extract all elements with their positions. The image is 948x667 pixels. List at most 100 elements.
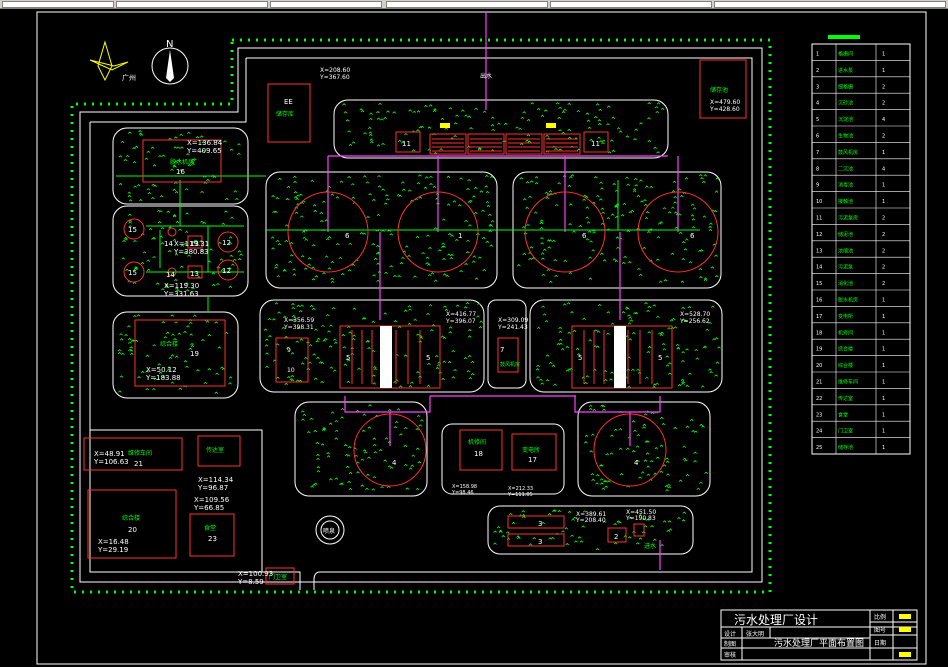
project-title: 污水处理厂设计 [734,613,818,627]
grass-mark [295,197,299,201]
grass-mark [588,404,593,408]
grass-mark [343,444,348,447]
legend-qty: 1 [882,314,885,320]
grass-mark [398,385,403,388]
grass-mark [637,267,641,271]
grass-mark [293,196,298,199]
grass-mark [623,255,627,259]
grass-mark [300,255,305,258]
grass-mark [134,145,139,148]
grass-mark [614,259,619,263]
grass-mark [342,103,346,106]
grass-mark [346,380,351,384]
grass-mark [316,457,320,461]
grass-mark [673,211,678,214]
grass-mark [642,423,647,426]
grass-mark [351,141,356,144]
legend-no: 20 [816,363,822,369]
grass-mark [574,540,578,543]
grass-mark [683,459,688,462]
grass-mark [680,378,685,382]
grass-mark [372,374,376,377]
grass-mark [292,273,297,276]
grass-mark [610,213,615,216]
grass-mark [681,519,686,522]
grass-mark [324,255,329,258]
grass-mark [152,387,156,391]
grass-mark [592,408,597,412]
legend-name: 沉淀池 [838,116,853,123]
grass-mark [424,104,428,108]
grass-mark [659,444,664,447]
grass-mark [314,328,318,331]
grass-mark [333,338,337,341]
grass-mark [366,473,370,476]
grass-mark [709,222,713,225]
grass-mark [478,256,482,259]
grass-mark [120,140,125,144]
grass-mark [276,275,281,278]
pt-b: Y=398.31 [283,324,314,331]
grass-mark [578,224,583,228]
grass-mark [368,131,373,134]
legend-no: 21 [816,379,822,385]
b7-x: X=309.09 [498,317,528,324]
grass-mark [372,437,377,440]
linetype-dropdown[interactable] [270,1,382,8]
grass-mark [185,212,189,215]
grass-mark [540,382,544,385]
grass-mark [570,174,575,177]
grass-mark [338,256,343,260]
grass-mark [645,210,650,214]
grass-mark [688,372,692,375]
grass-mark [659,470,664,473]
grass-mark [411,149,416,152]
layer-dropdown[interactable] [2,1,114,8]
grass-mark [177,332,182,335]
grass-mark [591,249,595,252]
grass-mark [376,262,380,265]
legend-qty: 1 [882,379,885,385]
plotstyle-dropdown[interactable] [550,1,712,8]
grass-mark [308,361,312,364]
grass-mark [636,368,640,371]
grass-mark [541,305,545,308]
tb-s1: 比例 [874,613,886,621]
grass-mark [343,111,348,114]
legend-no: 3 [816,84,819,90]
style-dropdown[interactable] [116,1,268,8]
grass-mark [442,273,447,276]
aeration-tanks[interactable] [287,191,719,273]
color-dropdown[interactable] [714,1,946,8]
grass-mark [298,309,303,313]
grass-mark [675,343,680,347]
clarifiers[interactable] [353,413,667,487]
grass-mark [381,142,385,146]
b21-name: 维修车间 [128,449,152,457]
grass-mark [215,372,219,375]
legend-no: 22 [816,396,822,402]
grass-mark [610,139,614,142]
grass-mark [367,426,372,429]
grass-mark [470,360,475,364]
legend-name: 接触池 [838,198,853,205]
site-plan-drawing[interactable]: N 广州 脱水机房 16 X=136.84 Y=409.65 15 15 14 … [0,8,948,667]
grass-mark [334,437,339,440]
grass-mark [223,140,227,143]
u6-b: 6 [582,232,587,240]
grass-mark [643,459,648,462]
grass-mark [423,186,428,189]
sedimentation-blocks[interactable] [275,325,673,389]
b17-y: Y=111.05 [507,492,533,498]
lineweight-dropdown[interactable] [386,1,548,8]
grass-mark [195,135,200,139]
grass-mark [221,222,226,225]
grass-mark [170,354,175,357]
grass-mark [656,151,660,154]
grass-mark [430,272,435,275]
grass-mark [643,203,648,207]
legend-no: 17 [816,314,822,320]
legend-qty: 2 [882,215,885,221]
grass-mark [691,218,696,221]
grass-mark [576,109,581,113]
